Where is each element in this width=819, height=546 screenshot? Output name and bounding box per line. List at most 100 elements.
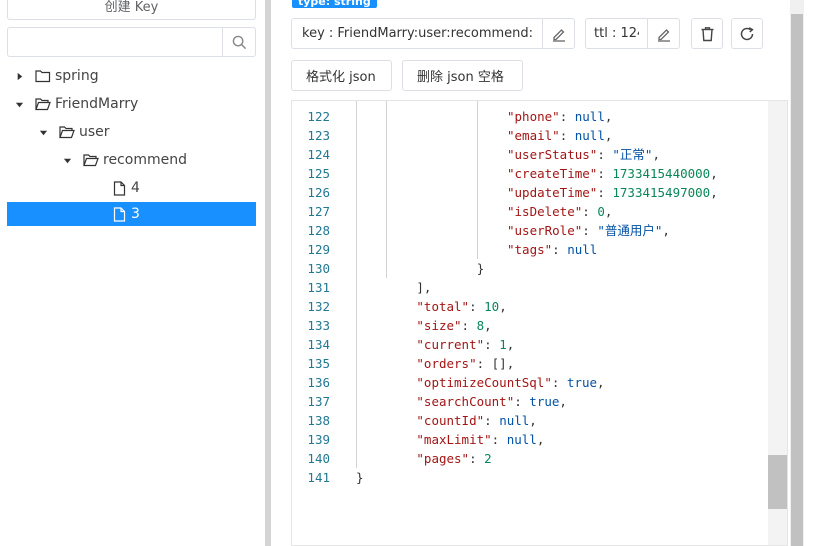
code-line: 122 "phone": null,	[292, 107, 768, 126]
line-number: 137	[307, 394, 330, 409]
page-scrollbar-thumb[interactable]	[791, 14, 803, 546]
code-token: 1733415497000	[612, 185, 711, 200]
code-token: "countId"	[416, 413, 485, 428]
code-line: 130}	[292, 259, 768, 278]
tree-node[interactable]: recommend	[7, 146, 256, 174]
code-token: ,	[710, 185, 718, 200]
code-text: "pages": 2	[416, 449, 491, 468]
caret-down-icon[interactable]	[61, 154, 73, 166]
line-number: 139	[307, 432, 330, 447]
refresh-icon	[740, 26, 754, 40]
code-token: ,	[604, 109, 613, 124]
line-number: 130	[307, 261, 330, 276]
caret-down-icon[interactable]	[37, 126, 49, 138]
key-name-box	[291, 18, 575, 49]
code-token: :	[582, 223, 598, 238]
code-token: null	[574, 128, 605, 143]
tree-node[interactable]: 4	[7, 174, 256, 202]
ttl-box	[585, 18, 680, 49]
create-key-button[interactable]: 创建 Key	[7, 0, 256, 20]
key-tree: spring FriendMarry user recommend 4 3	[7, 62, 256, 226]
code-token: ,	[710, 166, 718, 181]
code-line: 132 "total": 10,	[292, 297, 768, 316]
refresh-key-button[interactable]	[731, 18, 763, 49]
code-token: ,	[506, 337, 515, 352]
key-search-box	[7, 27, 256, 57]
format-json-button[interactable]: 格式化 json	[291, 60, 392, 91]
code-token: :	[551, 375, 567, 390]
code-text: "current": 1,	[416, 335, 514, 354]
code-token: "createTime"	[507, 166, 598, 181]
code-line: 136 "optimizeCountSql": true,	[292, 373, 768, 392]
code-token: :	[597, 185, 613, 200]
code-token: :	[484, 337, 500, 352]
tree-node[interactable]: user	[7, 118, 256, 146]
line-number: 126	[307, 185, 330, 200]
code-token: :	[461, 318, 477, 333]
rename-key-button[interactable]	[542, 19, 574, 48]
code-token: 8	[476, 318, 485, 333]
tree-node[interactable]: 3	[7, 202, 256, 226]
tree-node[interactable]: spring	[7, 62, 256, 90]
line-number: 123	[307, 128, 330, 143]
line-number: 124	[307, 147, 330, 162]
code-token: :	[582, 204, 598, 219]
tree-node-label: spring	[55, 68, 99, 84]
code-token: :	[597, 166, 613, 181]
code-line: 137 "searchCount": true,	[292, 392, 768, 411]
key-name-input[interactable]	[292, 19, 542, 48]
key-search-input[interactable]	[8, 28, 222, 56]
line-number: 132	[307, 299, 330, 314]
code-line: 131],	[292, 278, 768, 297]
code-token: 0	[597, 204, 605, 219]
code-line: 141}	[292, 468, 768, 487]
editor-scrollbar-thumb[interactable]	[768, 455, 787, 509]
key-detail-pane: type: string 格式化 json	[271, 0, 819, 546]
strip-json-whitespace-button[interactable]: 删除 json 空格	[402, 60, 523, 91]
code-token: "searchCount"	[416, 394, 515, 409]
code-token: :	[597, 147, 613, 162]
caret-right-icon[interactable]	[13, 70, 25, 82]
caret-down-icon[interactable]	[13, 98, 25, 110]
json-value-editor[interactable]: 122 "phone": null, 123 "email": null, 124 "us…	[291, 100, 788, 546]
tree-node[interactable]: FriendMarry	[7, 90, 256, 118]
code-token: "phone"	[507, 109, 560, 124]
code-line: 128 "userRole": "普通用户",	[292, 221, 768, 240]
code-token: true	[566, 375, 598, 390]
line-number: 138	[307, 413, 330, 428]
code-token: null	[574, 109, 605, 124]
code-token: true	[529, 394, 560, 409]
edit-ttl-button[interactable]	[647, 19, 679, 48]
code-token: :	[559, 128, 575, 143]
delete-key-button[interactable]	[691, 18, 723, 49]
line-number: 128	[307, 223, 330, 238]
tree-node-label: recommend	[103, 152, 187, 168]
search-icon	[232, 35, 246, 49]
code-token: null	[499, 413, 530, 428]
indent-guide	[476, 101, 478, 259]
ttl-input[interactable]	[586, 19, 647, 48]
line-number: 131	[307, 280, 330, 295]
tree-node-label: 3	[131, 206, 140, 222]
code-token: "total"	[416, 299, 470, 314]
code-token: "isDelete"	[507, 204, 583, 219]
code-token: "tags"	[507, 242, 553, 257]
code-token: "maxLimit"	[416, 432, 492, 447]
code-text: "size": 8,	[416, 316, 491, 335]
code-text: "searchCount": true,	[416, 392, 567, 411]
search-button[interactable]	[222, 28, 255, 56]
code-line: 140 "pages": 2	[292, 449, 768, 468]
code-token: "userStatus"	[507, 147, 598, 162]
code-token: ,	[604, 204, 613, 219]
line-number: 133	[307, 318, 330, 333]
code-text: "orders": [],	[416, 354, 514, 373]
code-token: ,	[604, 128, 613, 143]
code-token: ,	[652, 147, 660, 162]
code-token: }	[356, 470, 364, 485]
file-icon	[111, 180, 127, 196]
code-line: 124 "userStatus": "正常",	[292, 145, 768, 164]
code-token: ],	[416, 280, 432, 295]
tree-node-label: user	[79, 124, 110, 140]
code-token: ,	[529, 413, 537, 428]
